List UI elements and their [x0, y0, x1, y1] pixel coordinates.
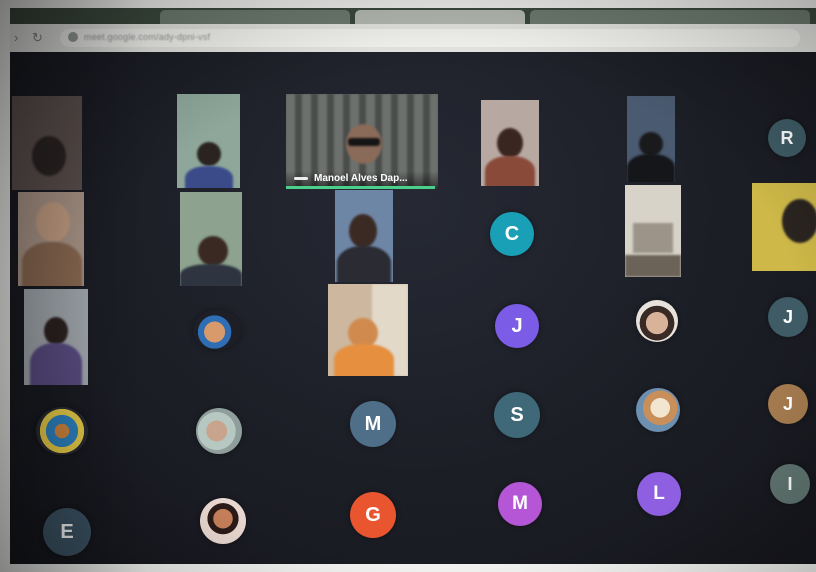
glasses-shape — [348, 138, 380, 146]
active-speaker-tile[interactable]: Manoel Alves Dap... — [286, 94, 438, 189]
participant-avatar[interactable]: S — [494, 392, 540, 438]
participant-face — [36, 202, 70, 242]
participant-avatar[interactable]: J — [495, 304, 539, 348]
address-bar[interactable]: meet.google.com/ady-dpni-vsf — [60, 29, 800, 47]
participant-body — [627, 154, 675, 182]
avatar-letter: M — [364, 413, 382, 435]
participant-avatar[interactable]: L — [637, 472, 681, 516]
browser-tab-active[interactable] — [355, 10, 525, 24]
participant-body — [30, 343, 82, 385]
photo-frame: › ↻ meet.google.com/ady-dpni-vsf Manoel … — [0, 0, 816, 572]
avatar-letter: E — [60, 521, 74, 543]
avatar-letter: C — [504, 223, 520, 245]
participant-avatar[interactable]: J — [768, 384, 808, 424]
meeting-grid: Manoel Alves Dap... R C J J M S J E G M … — [10, 52, 816, 564]
participant-photo-avatar[interactable] — [36, 407, 88, 455]
participant-face — [44, 317, 68, 345]
participant-avatar[interactable]: E — [43, 508, 91, 556]
participant-avatar[interactable]: G — [350, 492, 396, 538]
participant-video-tile[interactable] — [625, 185, 681, 277]
forward-icon[interactable]: › — [14, 30, 18, 46]
avatar-letter: J — [782, 307, 793, 327]
participant-video-tile[interactable] — [328, 284, 408, 376]
participant-face — [198, 236, 228, 266]
participant-video-tile[interactable] — [180, 192, 242, 286]
speaking-indicator-icon — [294, 177, 308, 180]
participant-body — [337, 246, 391, 282]
speaking-highlight-bar — [286, 186, 435, 189]
participant-photo-avatar[interactable] — [200, 498, 246, 544]
participant-face — [349, 214, 377, 248]
participant-avatar[interactable]: C — [490, 212, 534, 256]
lock-icon — [68, 32, 78, 42]
avatar-letter: J — [782, 394, 793, 414]
browser-toolbar: › ↻ meet.google.com/ady-dpni-vsf — [10, 24, 816, 52]
browser-tab-strip — [10, 8, 816, 24]
participant-body — [485, 156, 535, 186]
avatar-letter: R — [780, 128, 794, 148]
browser-tab[interactable] — [530, 10, 810, 24]
avatar-letter: M — [512, 493, 528, 514]
avatar-letter: S — [510, 404, 524, 426]
reload-icon[interactable]: ↻ — [32, 30, 43, 46]
participant-face — [197, 142, 221, 166]
participant-avatar[interactable]: I — [770, 464, 810, 504]
participant-video-tile[interactable] — [752, 183, 816, 271]
participant-silhouette — [32, 136, 66, 176]
participant-avatar[interactable]: M — [498, 482, 542, 526]
participant-photo-avatar[interactable] — [636, 388, 680, 432]
active-speaker-name: Manoel Alves Dap... — [314, 173, 408, 184]
participant-face — [639, 132, 663, 156]
participant-face — [497, 128, 523, 158]
room-furniture — [633, 223, 673, 253]
avatar-letter: I — [787, 474, 793, 494]
monitor-screen: › ↻ meet.google.com/ady-dpni-vsf Manoel … — [10, 8, 816, 564]
participant-video-tile[interactable] — [627, 96, 675, 182]
participant-body — [185, 166, 233, 188]
participant-photo-avatar[interactable] — [636, 300, 678, 342]
avatar-letter: G — [365, 504, 381, 526]
participant-body — [180, 264, 242, 286]
participant-video-tile[interactable] — [335, 190, 393, 282]
participant-face — [782, 199, 816, 243]
participant-avatar[interactable]: J — [768, 297, 808, 337]
avatar-letter: J — [511, 315, 523, 337]
participant-video-tile[interactable] — [24, 289, 88, 385]
browser-tab[interactable] — [160, 10, 350, 24]
participant-body — [22, 242, 82, 286]
participant-avatar[interactable]: M — [350, 401, 396, 447]
participant-video-tile[interactable] — [18, 192, 84, 286]
avatar-letter: L — [653, 483, 665, 504]
participant-avatar[interactable]: R — [768, 119, 806, 157]
participant-body — [334, 344, 394, 376]
participant-video-tile[interactable] — [481, 100, 539, 186]
participant-video-tile[interactable] — [177, 94, 240, 188]
participant-video-tile[interactable] — [12, 96, 82, 190]
room-floor — [625, 255, 681, 277]
address-bar-url: meet.google.com/ady-dpni-vsf — [84, 32, 211, 42]
participant-photo-avatar[interactable] — [196, 408, 242, 454]
participant-photo-avatar[interactable] — [193, 310, 241, 350]
